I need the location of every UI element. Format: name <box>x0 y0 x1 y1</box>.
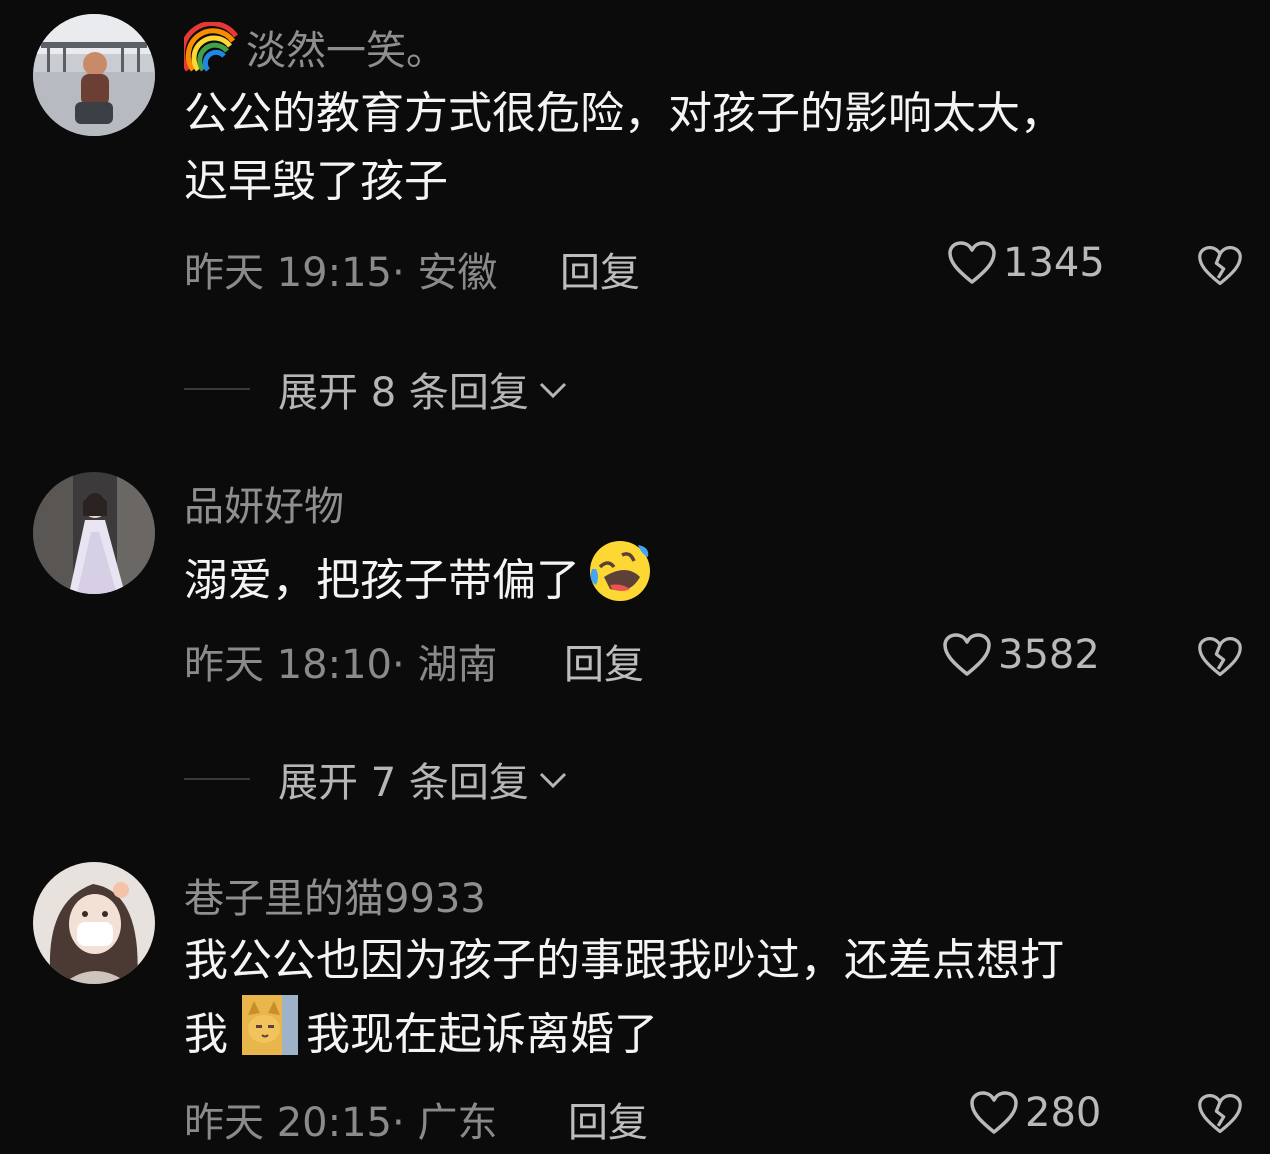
like-count: 1345 <box>1003 240 1105 286</box>
heart-icon <box>948 241 996 284</box>
reply-button[interactable]: 回复 <box>564 632 644 690</box>
reply-button[interactable]: 回复 <box>560 240 640 298</box>
username[interactable]: 巷子里的猫9933 <box>184 866 486 924</box>
expand-replies-button[interactable]: 展开 7 条回复 <box>184 750 573 808</box>
comment-text: 公公的教育方式很危险，对孩子的影响太大， 迟早毁了孩子 <box>184 88 1064 207</box>
like-count: 280 <box>1025 1090 1102 1136</box>
divider-line <box>184 388 250 390</box>
expand-replies-button[interactable]: 展开 8 条回复 <box>184 360 573 418</box>
like-button[interactable]: 280 <box>969 1090 1101 1136</box>
comment-text: 溺爱，把孩子带偏了 <box>184 537 1224 625</box>
chevron-down-icon <box>539 382 566 399</box>
heart-icon <box>943 633 991 676</box>
avatar[interactable] <box>33 472 155 594</box>
comment-meta: 昨天 20:15· 广东 <box>184 1100 498 1146</box>
rainbow-emoji <box>180 21 240 72</box>
comment-meta: 昨天 18:10· 湖南 <box>184 642 498 688</box>
chevron-down-icon <box>539 772 566 789</box>
username[interactable]: 品妍好物 <box>184 474 344 532</box>
like-count: 3582 <box>998 632 1100 678</box>
broken-heart-icon[interactable] <box>1197 634 1243 680</box>
broken-heart-icon[interactable] <box>1197 243 1243 289</box>
comment-text: 我公公也因为孩子的事跟我吵过，还差点想打 我 我现在起诉离婚了 <box>184 927 1224 1075</box>
comment-meta: 昨天 19:15· 安徽 <box>184 250 498 296</box>
like-button[interactable]: 1345 <box>947 240 1105 286</box>
broken-heart-icon[interactable] <box>1197 1091 1243 1137</box>
reply-button[interactable]: 回复 <box>568 1090 648 1148</box>
like-button[interactable]: 3582 <box>942 632 1100 678</box>
cat-sticker-emoji <box>242 995 298 1075</box>
heart-icon <box>970 1091 1018 1134</box>
avatar[interactable] <box>33 862 155 984</box>
rolling-laughing-emoji <box>586 537 654 625</box>
divider-line <box>184 778 250 780</box>
avatar[interactable] <box>33 14 155 136</box>
username[interactable]: 淡然一笑。 <box>180 18 446 76</box>
